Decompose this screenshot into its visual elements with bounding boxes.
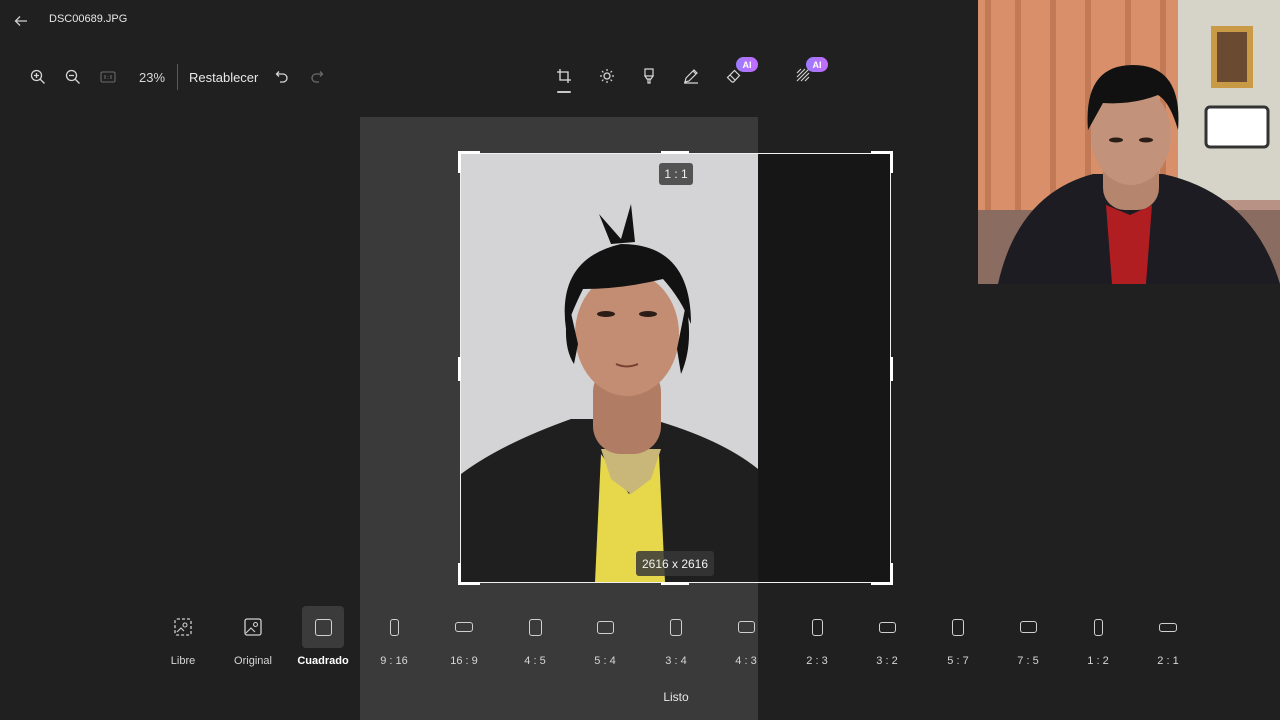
webcam-overlay <box>978 0 1280 284</box>
aspect-original[interactable]: Original <box>218 606 288 672</box>
zoom-in-icon <box>30 69 45 84</box>
webcam-video <box>978 0 1280 284</box>
crop-handle-bottom[interactable] <box>661 582 689 585</box>
crop-icon <box>557 69 571 83</box>
landscape-3-2-icon <box>878 621 896 633</box>
undo-icon <box>275 71 289 83</box>
crop-handle-bottom-left[interactable] <box>458 563 480 585</box>
markup-tool-button[interactable] <box>677 62 705 90</box>
free-crop-icon <box>174 618 192 636</box>
crop-tool-button[interactable] <box>550 62 578 93</box>
aspect-3-2[interactable]: 3 : 2 <box>852 606 922 672</box>
pen-icon <box>684 69 698 84</box>
back-button[interactable] <box>10 10 32 32</box>
reset-button[interactable]: Restablecer <box>189 70 258 85</box>
portrait-3-4-icon <box>670 618 682 636</box>
redo-icon <box>311 71 324 83</box>
portrait-4-5-icon <box>528 618 542 636</box>
crop-handle-top-left[interactable] <box>458 151 480 173</box>
brightness-icon <box>600 69 614 83</box>
aspect-2-1[interactable]: 2 : 1 <box>1133 606 1203 672</box>
crop-handle-top[interactable] <box>661 151 689 154</box>
done-button[interactable]: Listo <box>640 686 712 708</box>
redo-button[interactable] <box>303 63 331 91</box>
aspect-2-3[interactable]: 2 : 3 <box>782 606 852 672</box>
arrow-left-icon <box>14 16 27 26</box>
landscape-4-3-icon <box>737 621 755 633</box>
aspect-cuadrado[interactable]: Cuadrado <box>288 606 358 672</box>
crop-handle-right[interactable] <box>890 357 893 381</box>
adjust-tool-button[interactable] <box>593 62 621 90</box>
ai-badge: AI <box>806 57 828 72</box>
aspect-4-3[interactable]: 4 : 3 <box>711 606 781 672</box>
background-tool-button[interactable]: AI <box>790 57 828 90</box>
aspect-libre[interactable]: Libre <box>148 606 218 672</box>
erase-tool-button[interactable]: AI <box>720 57 758 90</box>
ai-badge: AI <box>736 57 758 72</box>
zoom-out-icon <box>65 69 80 84</box>
aspect-9-16[interactable]: 9 : 16 <box>359 606 429 672</box>
aspect-5-4[interactable]: 5 : 4 <box>570 606 640 672</box>
aspect-3-4[interactable]: 3 : 4 <box>641 606 711 672</box>
crop-ratio-label: 1 : 1 <box>659 163 693 185</box>
portrait-9-16-icon <box>389 618 399 636</box>
crop-handle-left[interactable] <box>458 357 461 381</box>
image-icon <box>244 618 262 636</box>
aspect-4-5[interactable]: 4 : 5 <box>500 606 570 672</box>
toolbar-divider <box>177 64 178 90</box>
actual-size-button[interactable] <box>94 63 122 91</box>
zoom-toolbar: 23% Restablecer <box>24 62 338 92</box>
zoom-level: 23% <box>139 69 166 85</box>
zoom-out-button[interactable] <box>59 63 87 91</box>
landscape-7-5-icon <box>1019 621 1037 633</box>
crop-handle-bottom-right[interactable] <box>871 563 893 585</box>
zoom-in-button[interactable] <box>24 63 52 91</box>
landscape-5-4-icon <box>596 620 614 634</box>
filter-tool-button[interactable] <box>635 62 663 90</box>
aspect-7-5[interactable]: 7 : 5 <box>993 606 1063 672</box>
crop-dimensions-label: 2616 x 2616 <box>636 551 714 576</box>
actual-size-icon <box>100 71 116 83</box>
undo-button[interactable] <box>268 63 296 91</box>
landscape-16-9-icon <box>455 622 473 632</box>
aspect-ratio-bar: Libre Original Cuadrado 9 : 16 16 : 9 4 … <box>148 606 1208 676</box>
crop-frame[interactable] <box>458 151 893 585</box>
square-icon <box>314 618 332 636</box>
landscape-2-1-icon <box>1159 622 1177 632</box>
portrait-5-7-icon <box>952 618 964 636</box>
filter-icon <box>643 68 655 84</box>
crop-handle-top-right[interactable] <box>871 151 893 173</box>
active-tool-indicator <box>557 91 571 93</box>
file-name: DSC00689.JPG <box>49 13 128 25</box>
portrait-1-2-icon <box>1093 618 1103 636</box>
aspect-1-2[interactable]: 1 : 2 <box>1063 606 1133 672</box>
portrait-2-3-icon <box>811 618 823 636</box>
aspect-5-7[interactable]: 5 : 7 <box>923 606 993 672</box>
aspect-16-9[interactable]: 16 : 9 <box>429 606 499 672</box>
title-bar: DSC00689.JPG <box>0 0 978 40</box>
